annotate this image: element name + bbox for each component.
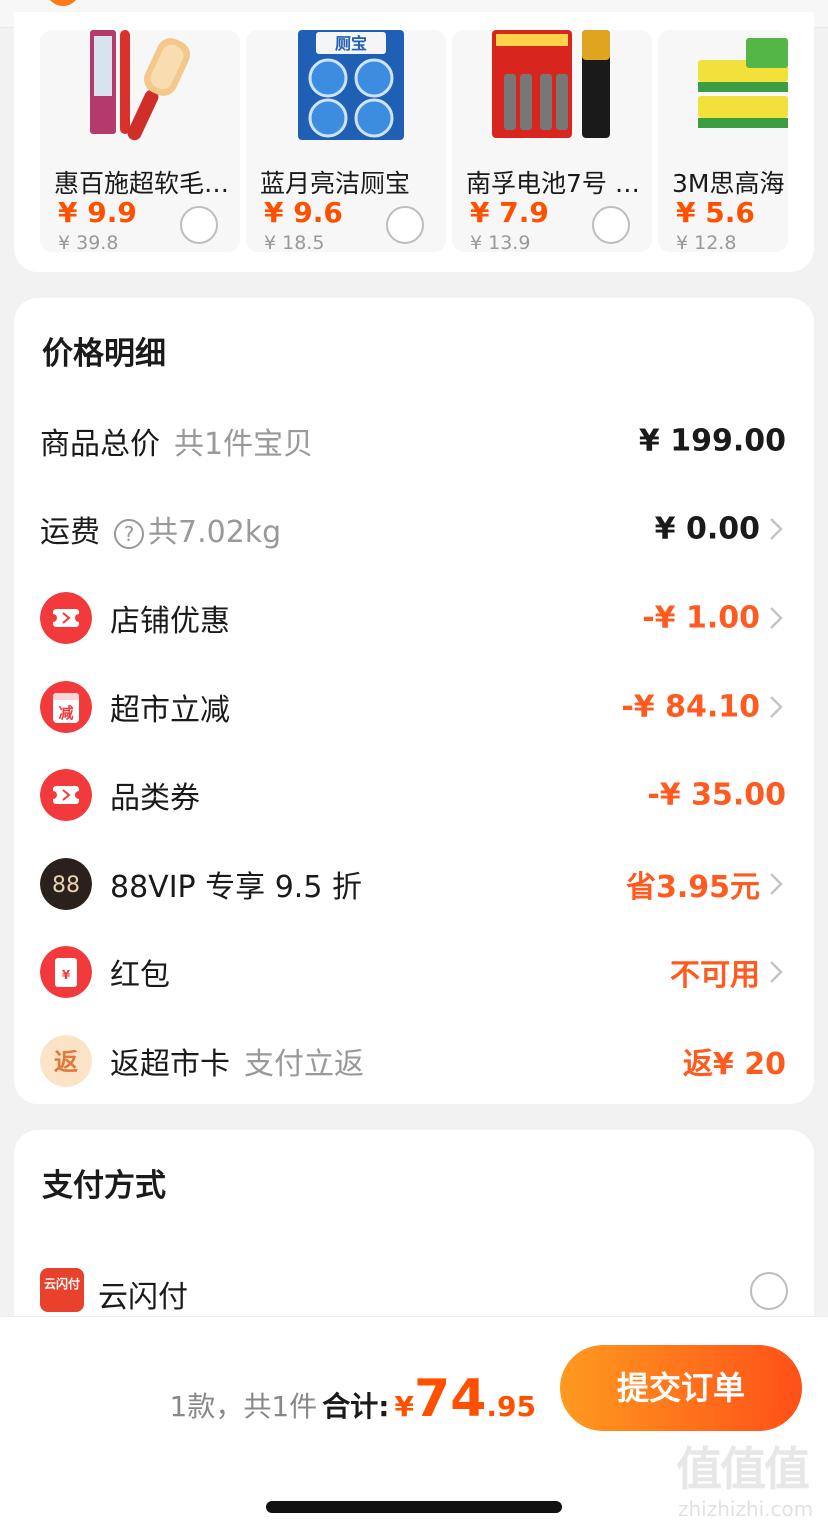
red-packet-label: 红包 xyxy=(110,958,170,993)
help-icon[interactable]: ? xyxy=(114,518,144,549)
store-discount-value: -¥ 1.00 xyxy=(642,600,760,636)
cashback-label: 返超市卡 xyxy=(110,1047,230,1082)
rec-item-original-price: ¥ 18.5 xyxy=(264,232,325,252)
submit-order-button[interactable]: 提交订单 xyxy=(560,1345,802,1431)
rec-item-name: 3M思高海 xyxy=(672,169,785,198)
chevron-right-icon xyxy=(770,607,783,629)
cashback-icon: 返 xyxy=(40,1035,92,1087)
coupon-icon xyxy=(40,769,92,821)
cashback-sub: 支付立返 xyxy=(244,1047,364,1082)
vip-discount-label: 88VIP 专享 9.5 折 xyxy=(110,870,362,905)
store-discount-label: 店铺优惠 xyxy=(110,604,230,639)
top-bar-indicator xyxy=(46,0,80,6)
category-coupon-label: 品类券 xyxy=(110,781,200,816)
supermarket-reduction-value: -¥ 84.10 xyxy=(621,689,760,725)
rec-item[interactable]: 惠百施超软毛… ¥ 9.9 ¥ 39.8 xyxy=(40,30,240,252)
payment-method-radio[interactable] xyxy=(750,1272,788,1310)
battery-product-image xyxy=(492,30,610,138)
chevron-right-icon xyxy=(770,961,783,983)
goods-total-count: 共1件宝贝 xyxy=(174,427,314,462)
rec-item-select-radio[interactable] xyxy=(386,206,424,244)
unionpay-logo-text: 云闪付 xyxy=(43,1277,80,1291)
toilet-cleaner-product-image: 厕宝 xyxy=(298,30,404,140)
svg-text:厕宝: 厕宝 xyxy=(335,34,367,53)
chevron-right-icon xyxy=(770,873,783,895)
total-label: 合计: xyxy=(322,1390,390,1423)
price-detail-title: 价格明细 xyxy=(42,336,166,372)
home-indicator xyxy=(266,1501,562,1513)
chevron-right-icon xyxy=(770,518,783,540)
goods-total-row: 商品总价 共1件宝贝 ¥ 199.00 xyxy=(14,397,814,485)
checkout-bar: 1款，共1件 合计: ¥74.95 提交订单 值值值 zhizhizhi.com xyxy=(0,1316,828,1530)
rec-item[interactable]: 3M思高海 ¥ 5.6 ¥ 12.8 xyxy=(658,30,788,252)
total-integer: 74 xyxy=(414,1369,487,1429)
cashback-value: 返¥ 20 xyxy=(682,1047,786,1082)
item-count: 1款，共1件 xyxy=(169,1390,318,1423)
payment-method-row[interactable]: 云闪付 云闪付 xyxy=(14,1260,814,1320)
coupon-icon xyxy=(40,592,92,644)
rec-item[interactable]: 厕宝 蓝月亮洁厕宝 ¥ 9.6 ¥ 18.5 xyxy=(246,30,446,252)
order-summary: 1款，共1件 合计: ¥74.95 xyxy=(170,1369,537,1429)
supermarket-reduction-row[interactable]: 减 超市立减 -¥ 84.10 xyxy=(14,663,814,751)
vip-icon-glyph: 88 xyxy=(52,873,80,898)
watermark: 值值值 zhizhizhi.com xyxy=(676,1433,824,1529)
price-detail-card: 价格明细 商品总价 共1件宝贝 ¥ 199.00 运费? 共7.02kg ¥ 0.0… xyxy=(14,298,814,1104)
rec-item-original-price: ¥ 13.9 xyxy=(470,232,531,252)
toothbrush-product-image xyxy=(90,30,191,141)
rec-item-price: ¥ 9.9 xyxy=(58,196,137,229)
rec-item-original-price: ¥ 12.8 xyxy=(676,232,737,252)
shipping-value: ¥ 0.00 xyxy=(654,511,760,547)
supermarket-reduction-label: 超市立减 xyxy=(110,693,230,728)
goods-total-label: 商品总价 xyxy=(40,427,160,462)
shipping-label: 运费 xyxy=(40,515,100,550)
watermark-url: zhizhizhi.com xyxy=(678,1497,814,1521)
rec-item[interactable]: 南孚电池7号 … ¥ 7.9 ¥ 13.9 xyxy=(452,30,652,252)
rec-item-select-radio[interactable] xyxy=(180,206,218,244)
rec-item-name: 惠百施超软毛… xyxy=(54,169,230,198)
total-decimal: .95 xyxy=(486,1390,536,1423)
red-packet-row[interactable]: ¥ 红包 不可用 xyxy=(14,928,814,1016)
red-packet-icon-glyph: ¥ xyxy=(62,968,71,982)
total-currency: ¥ xyxy=(394,1390,415,1423)
vip-discount-value: 省3.95元 xyxy=(625,870,760,905)
rec-item-select-radio[interactable] xyxy=(592,206,630,244)
shipping-weight: 共7.02kg xyxy=(148,515,282,550)
rec-item-price: ¥ 5.6 xyxy=(676,196,755,229)
red-packet-value: 不可用 xyxy=(670,958,760,993)
red-packet-icon: ¥ xyxy=(40,946,92,998)
vip-icon: 88 xyxy=(40,858,92,910)
rec-item-original-price: ¥ 39.8 xyxy=(58,232,119,252)
rec-item-price: ¥ 9.6 xyxy=(264,196,343,229)
store-discount-row[interactable]: 店铺优惠 -¥ 1.00 xyxy=(14,574,814,662)
goods-total-value: ¥ 199.00 xyxy=(638,423,786,459)
recommendation-card: 惠百施超软毛… ¥ 9.9 ¥ 39.8 厕宝 蓝月亮洁厕宝 ¥ 9.6 ¥ 1… xyxy=(14,12,814,272)
chevron-right-icon xyxy=(770,696,783,718)
category-coupon-value: -¥ 35.00 xyxy=(647,777,786,813)
shipping-row[interactable]: 运费? 共7.02kg ¥ 0.00 xyxy=(14,485,814,573)
reduce-icon: 减 xyxy=(40,681,92,733)
cashback-icon-glyph: 返 xyxy=(54,1048,78,1076)
category-coupon-row[interactable]: 品类券 -¥ 35.00 xyxy=(14,751,814,839)
unionpay-logo-icon: 云闪付 xyxy=(40,1268,84,1312)
cashback-row: 返 返超市卡 支付立返 返¥ 20 xyxy=(14,1017,814,1105)
payment-title: 支付方式 xyxy=(42,1168,166,1204)
rec-item-name: 南孚电池7号 … xyxy=(466,169,640,198)
rec-item-price: ¥ 7.9 xyxy=(470,196,549,229)
sponge-product-image xyxy=(698,38,788,128)
rec-item-name: 蓝月亮洁厕宝 xyxy=(260,169,411,198)
reduce-icon-glyph: 减 xyxy=(58,704,73,722)
vip-discount-row[interactable]: 88 88VIP 专享 9.5 折 省3.95元 xyxy=(14,840,814,928)
watermark-glyphs: 值值值 xyxy=(676,1442,810,1496)
payment-method-label: 云闪付 xyxy=(98,1280,188,1315)
